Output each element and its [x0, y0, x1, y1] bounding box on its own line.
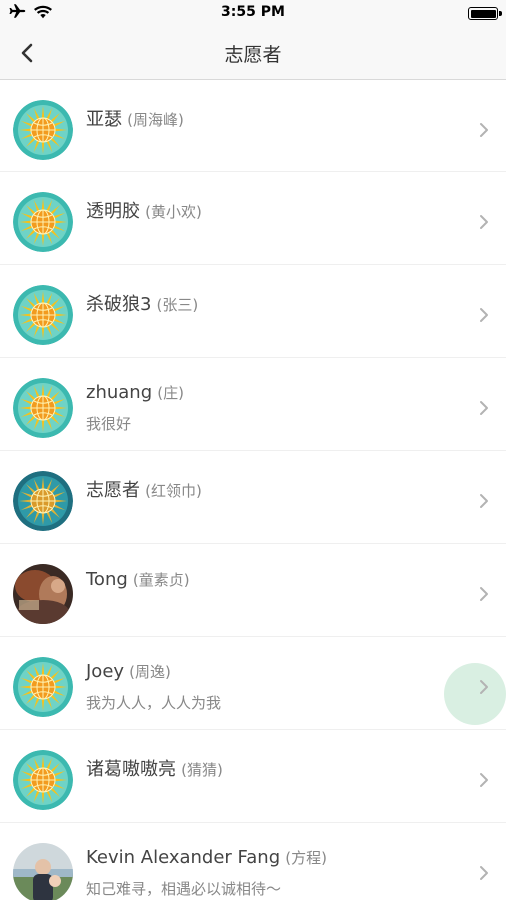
volunteer-name: 诸葛嗷嗷亮 [86, 759, 176, 780]
volunteer-alias: (猜猜) [181, 761, 223, 779]
sun-badge-icon [13, 192, 73, 252]
volunteer-name: 志愿者 [86, 480, 140, 501]
sun-badge-icon [13, 378, 73, 438]
chevron-right-icon [480, 587, 488, 601]
list-item[interactable]: zhuang (庄) 我很好 [0, 358, 506, 451]
list-item[interactable]: Tong (童素贞) [0, 544, 506, 637]
name-line: zhuang (庄) [86, 382, 184, 403]
chevron-right-icon [480, 401, 488, 415]
chevron-right-icon [480, 123, 488, 137]
chevron-right-icon [480, 680, 488, 694]
volunteer-name: 亚瑟 [86, 109, 122, 130]
chevron-right-icon [480, 215, 488, 229]
chevron-right-icon [480, 308, 488, 322]
volunteer-alias: (张三) [156, 296, 199, 314]
name-line: Tong (童素贞) [86, 569, 190, 590]
chevron-right-icon [480, 773, 488, 787]
volunteer-name: Kevin Alexander Fang [86, 847, 281, 868]
name-line: Joey (周逸) [86, 661, 171, 682]
status-time: 3:55 PM [221, 4, 285, 20]
volunteer-alias: (童素贞) [132, 571, 190, 589]
list-item[interactable]: 诸葛嗷嗷亮 (猜猜) [0, 730, 506, 823]
list-item[interactable]: 透明胶 (黄小欢) [0, 172, 506, 265]
name-line: 杀破狼3 (张三) [86, 290, 198, 316]
volunteer-alias: (黄小欢) [145, 203, 202, 221]
sun-badge-icon [13, 657, 73, 717]
volunteer-name: 透明胶 [86, 201, 140, 222]
volunteer-name: zhuang [86, 382, 153, 403]
volunteer-alias: (庄) [157, 384, 184, 402]
list-item[interactable]: 杀破狼3 (张三) [0, 265, 506, 358]
volunteer-motto: 我很好 [86, 415, 132, 433]
chevron-right-icon [480, 494, 488, 508]
volunteer-alias: (红领巾) [145, 482, 202, 500]
list-item[interactable]: 亚瑟 (周海峰) [0, 80, 506, 172]
avatar-photo [13, 564, 73, 624]
name-line: 透明胶 (黄小欢) [86, 197, 202, 223]
volunteer-name: 杀破狼3 [86, 294, 152, 315]
volunteer-name: Joey [86, 661, 125, 682]
volunteer-motto: 我为人人，人人为我 [86, 694, 222, 712]
name-line: 诸葛嗷嗷亮 (猜猜) [86, 755, 223, 781]
volunteer-motto: 知己难寻，相遇必以诚相待～ [86, 880, 282, 898]
touch-ripple [444, 663, 506, 725]
sun-badge-dark-icon [13, 471, 73, 531]
avatar-photo [13, 843, 73, 900]
sun-badge-icon [13, 285, 73, 345]
chevron-right-icon [480, 866, 488, 880]
volunteer-list: 亚瑟 (周海峰) 透明胶 (黄小欢) 杀破狼3 (张三) zhuang (庄) … [0, 80, 506, 900]
page-title: 志愿者 [224, 44, 282, 66]
navigation-bar: 志愿者 [0, 26, 506, 80]
list-item[interactable]: Kevin Alexander Fang (方程) 知己难寻，相遇必以诚相待～ [0, 823, 506, 900]
list-item[interactable]: 志愿者 (红领巾) [0, 451, 506, 544]
name-line: 志愿者 (红领巾) [86, 476, 202, 502]
battery-icon [468, 7, 502, 20]
volunteer-alias: (周逸) [129, 663, 171, 681]
status-bar: 3:55 PM [0, 0, 506, 26]
volunteer-alias: (方程) [285, 849, 327, 867]
volunteer-name: Tong [86, 569, 128, 590]
name-line: 亚瑟 (周海峰) [86, 105, 184, 131]
sun-badge-icon [13, 750, 73, 810]
list-item[interactable]: Joey (周逸) 我为人人，人人为我 [0, 637, 506, 730]
sun-badge-icon [13, 100, 73, 160]
name-line: Kevin Alexander Fang (方程) [86, 847, 327, 868]
volunteer-alias: (周海峰) [127, 111, 184, 129]
